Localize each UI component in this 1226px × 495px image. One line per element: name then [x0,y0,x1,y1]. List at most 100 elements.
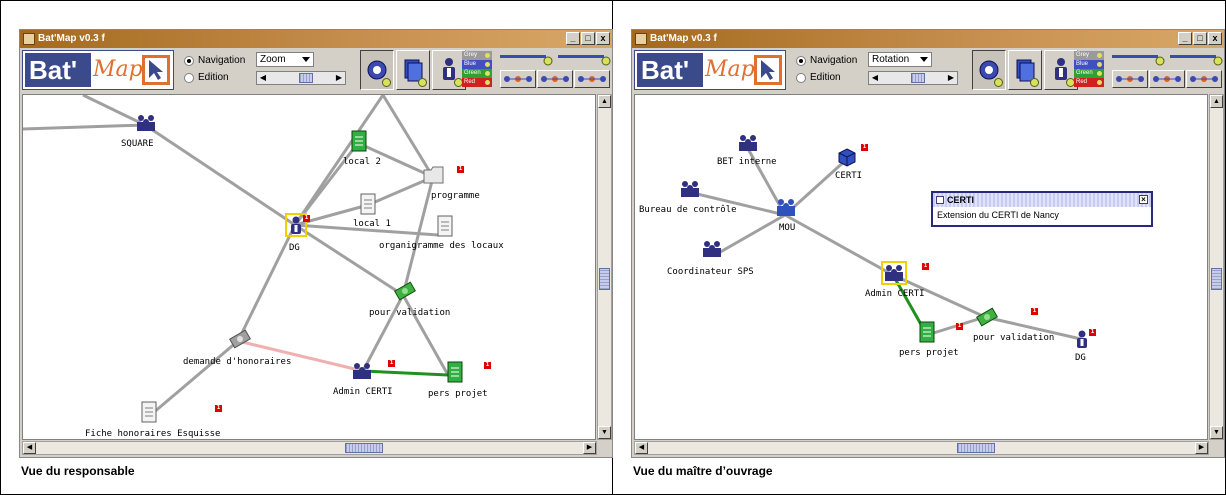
node-label-local1: local 1 [353,219,391,229]
minimize-button[interactable]: _ [1178,32,1192,45]
link-sliders[interactable] [498,51,612,69]
scroll-right-icon[interactable]: ▶ [1195,442,1208,454]
scroll-thumb[interactable] [345,443,383,453]
filter-green[interactable]: Green [1074,69,1104,78]
node-validation[interactable] [393,281,417,306]
scroll-left-icon[interactable]: ◀ [635,442,648,454]
edition-label: Edition [198,72,229,83]
arrow-left-icon[interactable]: ◀ [258,73,268,83]
cursor-logo-icon [142,55,170,85]
node-mou[interactable] [775,197,797,224]
filter-red-label: Red [1076,79,1088,85]
notification-badge: 1 [303,215,310,222]
rotation-slider[interactable]: ◀ ▶ [868,71,958,85]
node-programme[interactable] [423,165,445,190]
tool-select-value: Zoom [260,54,286,65]
node-coordinateur-sps[interactable] [701,239,723,264]
notification-badge: 1 [956,323,963,330]
edition-radio[interactable]: Edition [796,69,857,86]
layout-button-1[interactable] [1112,70,1148,88]
filter-grey[interactable]: Grey [1074,51,1104,60]
vertical-scrollbar[interactable]: ▲ ▼ [597,94,612,440]
filter-green-label: Green [464,70,481,76]
node-admin-certi[interactable] [351,361,373,386]
navigation-radio[interactable]: Navigation [184,52,245,69]
scroll-right-icon[interactable]: ▶ [583,442,596,454]
node-admin-certi-selected[interactable] [881,261,907,285]
node-bureau-controle[interactable] [679,179,701,204]
scroll-thumb[interactable] [957,443,995,453]
tool-select[interactable]: Zoom [256,52,314,67]
scroll-down-icon[interactable]: ▼ [598,426,611,439]
actor-tool-button[interactable] [1044,50,1078,90]
filter-blue[interactable]: Blue [462,60,492,69]
node-validation[interactable] [975,307,999,332]
filter-blue-label: Blue [1076,61,1089,67]
vertical-scrollbar[interactable]: ▲ ▼ [1209,94,1224,440]
node-label-admin-certi: Admin CERTI [865,289,925,299]
scroll-thumb[interactable] [599,268,610,290]
node-organigramme[interactable] [437,215,453,242]
notification-badge: 1 [457,166,464,173]
document-tool-button[interactable] [1008,50,1042,90]
close-icon[interactable]: × [1139,195,1148,204]
graph-canvas[interactable]: CERTI × Extension du CERTI de Nancy BET … [634,94,1208,440]
maximize-button[interactable]: □ [1193,32,1207,45]
node-fiche-honoraires[interactable] [141,401,157,428]
filter-green[interactable]: Green [462,69,492,78]
network-icon [541,76,569,82]
scroll-left-icon[interactable]: ◀ [23,442,36,454]
filter-red[interactable]: Red [1074,78,1104,87]
scroll-up-icon[interactable]: ▲ [598,95,611,108]
node-local1[interactable] [360,193,376,220]
organisation-tool-button[interactable] [360,50,394,90]
maximize-button[interactable]: □ [581,32,595,45]
node-honoraires[interactable] [228,329,252,354]
document-tool-button[interactable] [396,50,430,90]
filter-red-label: Red [464,79,476,85]
status-dot-icon [994,78,1003,87]
title-bar[interactable]: Bat'Map v0.3 f _ □ x [20,30,612,48]
layout-button-3[interactable] [574,70,610,88]
arrow-left-icon[interactable]: ◀ [870,73,880,83]
scroll-down-icon[interactable]: ▼ [1210,426,1223,439]
link-sliders[interactable] [1110,51,1224,69]
node-label-admin-certi: Admin CERTI [333,387,393,397]
horizontal-scrollbar[interactable]: ◀ ▶ [22,441,597,455]
close-button[interactable]: x [596,32,610,45]
edition-radio[interactable]: Edition [184,69,245,86]
filter-grey[interactable]: Grey [462,51,492,60]
popup-title-bar[interactable]: CERTI × [933,193,1151,207]
logo-bat-text: Bat' [637,53,703,87]
title-bar[interactable]: Bat'Map v0.3 f _ □ x [632,30,1224,48]
scroll-up-icon[interactable]: ▲ [1210,95,1223,108]
filter-red[interactable]: Red [462,78,492,87]
arrow-right-icon[interactable]: ▶ [946,73,956,83]
layout-button-2[interactable] [537,70,573,88]
arrow-right-icon[interactable]: ▶ [334,73,344,83]
navigation-radio[interactable]: Navigation [796,52,857,69]
horizontal-scrollbar[interactable]: ◀ ▶ [634,441,1209,455]
graph-canvas[interactable]: SQUARE local 2 1 programme local 1 1 DG [22,94,596,440]
node-square[interactable] [135,113,157,138]
status-dot-icon [1097,62,1102,67]
tool-select[interactable]: Rotation [868,52,932,67]
actor-tool-button[interactable] [432,50,466,90]
scroll-thumb[interactable] [1211,268,1222,290]
node-pers-projet[interactable] [919,321,935,348]
layout-button-1[interactable] [500,70,536,88]
close-button[interactable]: x [1208,32,1222,45]
layout-button-3[interactable] [1186,70,1222,88]
node-pers-projet[interactable] [447,361,463,388]
node-bet-interne[interactable] [737,133,759,158]
money-grey-icon [229,329,251,349]
slider-thumb[interactable] [299,73,313,83]
zoom-slider[interactable]: ◀ ▶ [256,71,346,85]
slider-thumb[interactable] [911,73,925,83]
layout-button-2[interactable] [1149,70,1185,88]
node-certi[interactable] [837,147,857,172]
organisation-tool-button[interactable] [972,50,1006,90]
filter-blue[interactable]: Blue [1074,60,1104,69]
node-local2[interactable] [351,130,367,157]
minimize-button[interactable]: _ [566,32,580,45]
